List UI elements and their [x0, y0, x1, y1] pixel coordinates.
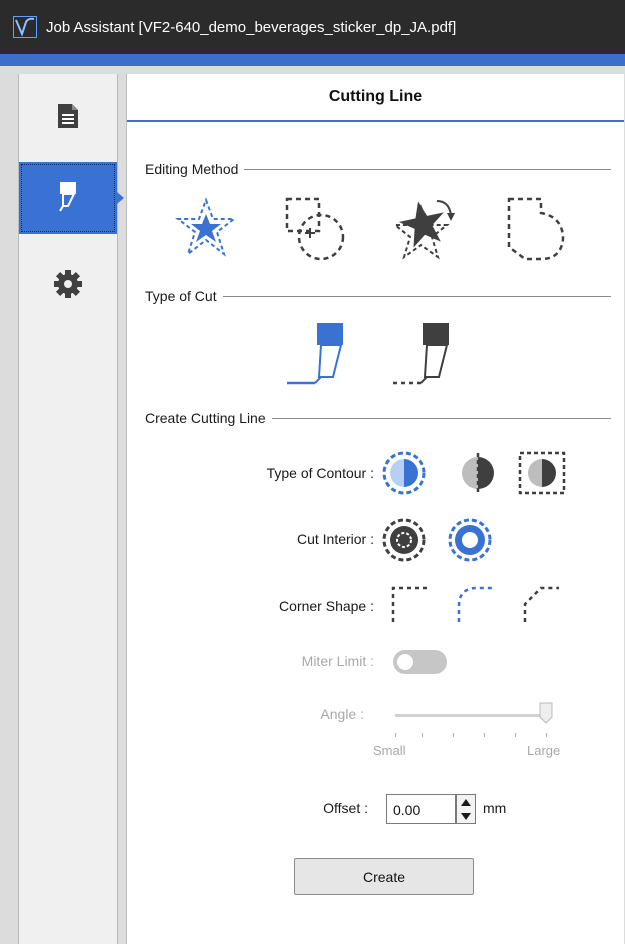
freeform-shape-icon — [501, 195, 573, 270]
edit-method-freeform[interactable] — [497, 196, 577, 268]
create-button[interactable]: Create — [294, 858, 474, 895]
cut-interior-label: Cut Interior : — [296, 531, 374, 547]
angle-min-label: Small — [373, 743, 406, 758]
angle-slider-thumb[interactable] — [539, 702, 553, 729]
contour-option-1[interactable] — [379, 450, 429, 500]
contour-option-3[interactable] — [515, 450, 569, 500]
slider-tick — [546, 733, 547, 737]
toggle-knob — [397, 654, 413, 670]
cutter-icon — [57, 180, 79, 217]
sidebar — [18, 74, 124, 944]
contour-inner-icon — [454, 449, 502, 502]
sidebar-item-settings[interactable] — [19, 250, 117, 322]
corner-round-icon — [451, 580, 497, 631]
section-label: Type of Cut — [145, 288, 217, 304]
slider-tick — [453, 733, 454, 737]
interior-dotted-icon — [380, 516, 428, 569]
main-area: Cutting Line Editing Method Type of Cut … — [0, 66, 625, 944]
section-type-of-cut: Type of Cut — [145, 288, 611, 304]
decrement-button[interactable] — [457, 809, 475, 823]
slider-tick — [422, 733, 423, 737]
dashed-cut-icon — [387, 319, 461, 394]
offset-input[interactable]: 0.00 — [386, 794, 456, 824]
angle-max-label: Large — [527, 743, 561, 758]
offset-circle-icon — [279, 195, 355, 270]
section-label: Create Cutting Line — [145, 410, 266, 426]
corner-shape-square[interactable] — [383, 580, 433, 630]
angle-label: Angle : — [320, 706, 364, 722]
section-label: Editing Method — [145, 161, 239, 177]
document-icon — [57, 103, 79, 134]
edit-method-offset[interactable] — [277, 196, 357, 268]
star-outline-icon — [174, 196, 238, 265]
solid-cut-icon — [281, 319, 355, 394]
miter-limit-toggle[interactable] — [393, 650, 447, 674]
corner-chamfer-icon — [517, 580, 563, 631]
corner-shape-round[interactable] — [449, 580, 499, 630]
cutting-line-panel: Cutting Line Editing Method Type of Cut … — [126, 74, 624, 944]
title-bar: Job Assistant [VF2-640_demo_beverages_st… — [0, 0, 625, 54]
increment-button[interactable] — [457, 795, 475, 809]
edit-method-rotate[interactable] — [387, 196, 467, 268]
interior-ring-icon — [446, 516, 494, 569]
offset-unit: mm — [483, 800, 507, 816]
miter-limit-label: Miter Limit : — [301, 653, 374, 669]
contour-bounding-icon — [516, 449, 568, 502]
angle-slider-track[interactable] — [395, 714, 547, 717]
arrow-down-icon — [461, 812, 471, 820]
corner-square-icon — [385, 580, 431, 631]
cut-type-solid[interactable] — [279, 320, 357, 392]
sidebar-item-document[interactable] — [19, 82, 117, 154]
section-create-cutting-line: Create Cutting Line — [145, 410, 611, 426]
contour-option-2[interactable] — [453, 450, 503, 500]
cut-type-dashed[interactable] — [385, 320, 463, 392]
offset-stepper[interactable] — [456, 794, 476, 824]
slider-tick — [395, 733, 396, 737]
cut-interior-option-2[interactable] — [445, 517, 495, 567]
corner-shape-chamfer[interactable] — [515, 580, 565, 630]
slider-tick — [515, 733, 516, 737]
app-logo-icon — [12, 14, 38, 40]
window-title: Job Assistant [VF2-640_demo_beverages_st… — [46, 18, 457, 36]
accent-bar — [0, 54, 625, 66]
type-of-contour-label: Type of Contour : — [266, 465, 374, 481]
cut-interior-option-1[interactable] — [379, 517, 429, 567]
offset-label: Offset : — [323, 800, 368, 816]
corner-shape-label: Corner Shape : — [279, 598, 374, 614]
slider-tick — [484, 733, 485, 737]
edit-method-star[interactable] — [171, 196, 241, 264]
contour-outer-icon — [380, 449, 428, 502]
section-editing-method: Editing Method — [145, 161, 611, 177]
sidebar-item-cutting[interactable] — [19, 162, 124, 234]
active-indicator — [117, 192, 124, 204]
rotate-star-icon — [391, 195, 463, 270]
panel-title: Cutting Line — [127, 74, 624, 122]
gear-icon — [54, 269, 82, 303]
arrow-up-icon — [461, 798, 471, 806]
